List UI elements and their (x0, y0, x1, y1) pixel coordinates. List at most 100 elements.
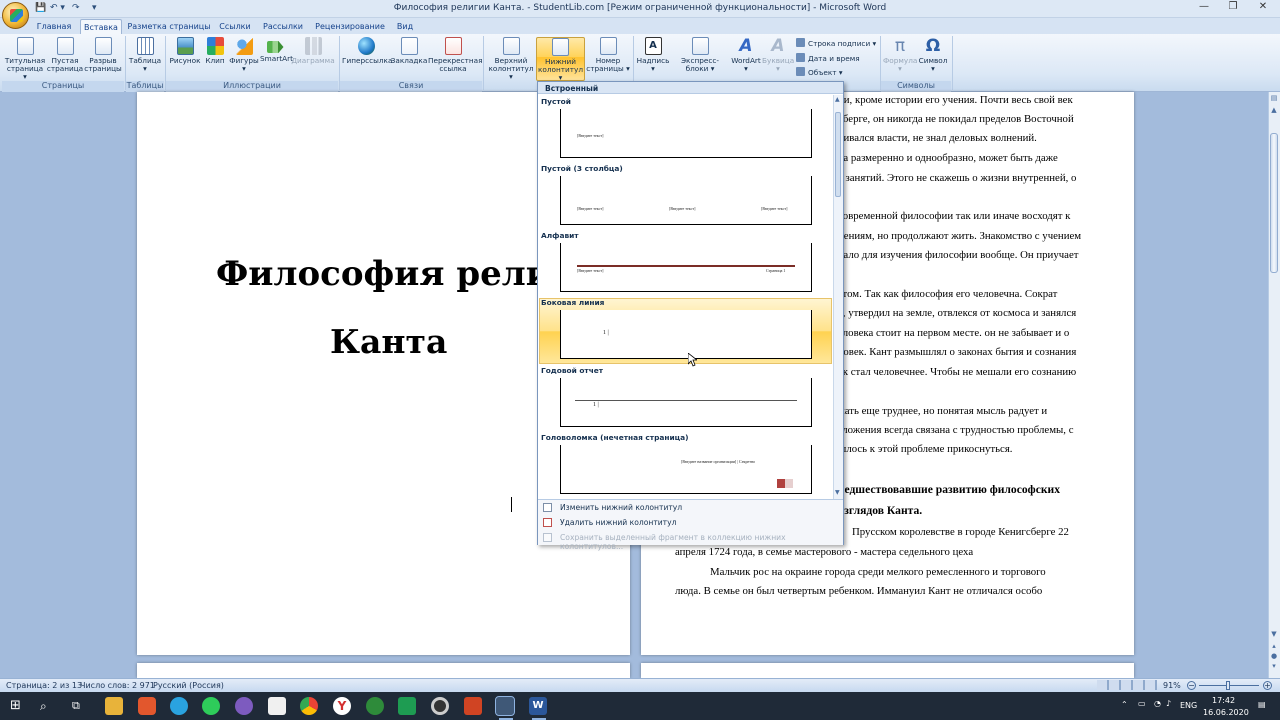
minimize-button[interactable]: — (1190, 1, 1218, 16)
word-count-status[interactable]: Число слов: 2 971 (80, 681, 155, 690)
tab-review[interactable]: Рецензирование (310, 19, 390, 34)
body-text-line: ек стал человечнее. Чтобы не мешали его … (838, 366, 1077, 378)
cover-page-button[interactable]: Титульная страница ▾ (4, 37, 46, 81)
hyperlink-button[interactable]: Гиперссылка (342, 37, 392, 81)
gallery-item-puzzle[interactable]: [Введите название организации] | Секретн… (560, 445, 812, 494)
page-number-icon (599, 37, 617, 55)
page-count-status[interactable]: Страница: 2 из 13 (6, 681, 82, 690)
gallery-item-label: Головоломка (нечетная страница) (541, 433, 689, 442)
whatsapp-icon[interactable] (202, 697, 220, 715)
scrollbar-thumb[interactable] (1270, 133, 1278, 273)
tab-view[interactable]: Вид (392, 19, 418, 34)
equation-button[interactable]: π Формула ▾ (883, 37, 917, 81)
tab-insert[interactable]: Вставка (80, 19, 122, 34)
window-title: Философия религии Канта. - StudentLib.co… (393, 3, 887, 13)
excel-like-icon[interactable] (398, 697, 416, 715)
tab-page-layout[interactable]: Разметка страницы (126, 19, 212, 34)
gallery-item-blank[interactable]: [Введите текст] (560, 109, 812, 158)
page-break-button[interactable]: Разрыв страницы (84, 37, 122, 81)
wordart-button[interactable]: A WordArt ▾ (730, 37, 762, 81)
pi-icon: π (894, 36, 906, 56)
keyboard-language[interactable]: ENG (1180, 701, 1197, 710)
gallery-item-annual[interactable]: 1 | (560, 378, 812, 427)
zoom-out-icon[interactable]: − (1187, 681, 1196, 690)
viber-icon[interactable] (235, 697, 253, 715)
network-icon[interactable]: ◔ (1154, 699, 1161, 708)
ruler-toggle-icon[interactable]: ▤ (1270, 94, 1278, 103)
tab-references[interactable]: Ссылки (214, 19, 256, 34)
yandex-icon[interactable]: Y (333, 697, 351, 715)
maximize-button[interactable]: ❐ (1219, 1, 1247, 16)
date-time-button[interactable]: Дата и время (796, 53, 860, 65)
header-button[interactable]: Верхний колонтитул ▾ (487, 37, 535, 81)
chart-button[interactable]: Диаграмма (291, 37, 335, 81)
picture-button[interactable]: Рисунок (168, 37, 202, 81)
active-app-icon[interactable] (495, 696, 515, 716)
gallery-item-alphabet[interactable]: [Введите текст] Страница 1 (560, 243, 812, 292)
gallery-scroll-up-icon[interactable]: ▲ (835, 96, 840, 103)
scroll-down-icon[interactable]: ▼ (1270, 630, 1278, 639)
gallery-scroll-down-icon[interactable]: ▼ (835, 489, 840, 496)
body-text-line: ла размеренно и однообразно, может быть … (838, 152, 1058, 164)
object-button[interactable]: Объект ▾ (796, 67, 843, 79)
clock-date[interactable]: 16.06.2020 (1203, 708, 1249, 717)
gallery-item-side-line[interactable]: 1 | (560, 310, 812, 359)
footer-icon (552, 38, 569, 56)
app-red-icon[interactable] (464, 697, 482, 715)
word-icon[interactable]: W (529, 697, 547, 715)
zoom-in-icon[interactable]: + (1263, 681, 1272, 690)
zoom-slider-thumb[interactable] (1226, 681, 1230, 690)
file-explorer-icon[interactable] (105, 697, 123, 715)
gallery-scrollbar-thumb[interactable] (835, 112, 841, 197)
cross-reference-icon (444, 37, 462, 55)
office-button[interactable] (2, 2, 29, 29)
body-text-line: шлось к этой проблеме прикоснуться. (838, 443, 1013, 455)
quick-parts-button[interactable]: Экспресс-блоки ▾ (670, 37, 730, 81)
clipart-button[interactable]: Клип (202, 37, 228, 81)
app-green-icon[interactable] (366, 697, 384, 715)
chrome-icon[interactable] (300, 697, 318, 715)
taskbar (0, 692, 1280, 720)
tray-chevron-icon[interactable]: ⌃ (1121, 700, 1128, 709)
notifications-icon[interactable]: ▤ (1258, 700, 1266, 709)
prev-page-icon[interactable]: ▴ (1270, 642, 1278, 651)
close-button[interactable]: ✕ (1249, 1, 1277, 16)
volume-icon[interactable]: ♪ (1166, 699, 1171, 708)
bookmark-button[interactable]: Закладка (390, 37, 428, 81)
scroll-up-icon[interactable]: ▲ (1270, 106, 1278, 115)
app-icon[interactable] (268, 697, 286, 715)
start-icon[interactable]: ⊞ (10, 697, 28, 715)
signature-line-button[interactable]: Строка подписи ▾ (796, 38, 876, 50)
edit-footer-icon (543, 503, 552, 512)
smartart-button[interactable]: SmartArt (260, 37, 293, 81)
battery-icon[interactable]: ▭ (1138, 699, 1146, 708)
shapes-icon (235, 37, 253, 55)
language-status[interactable]: Русский (Россия) (153, 681, 224, 690)
search-icon[interactable]: ⌕ (40, 697, 58, 715)
edit-footer-menu-item[interactable]: Изменить нижний колонтитул (560, 503, 682, 512)
gallery-item-blank-3col[interactable]: [Введите текст] [Введите текст] [Введите… (560, 176, 812, 225)
text-box-button[interactable]: A Надпись ▾ (636, 37, 670, 81)
tab-home[interactable]: Главная (32, 19, 76, 34)
remove-footer-menu-item[interactable]: Удалить нижний колонтитул (560, 518, 676, 527)
cross-reference-button[interactable]: Перекрестная ссылка (428, 37, 483, 81)
record-icon[interactable] (431, 697, 449, 715)
zoom-level[interactable]: 91% (1163, 681, 1181, 690)
tab-mailings[interactable]: Рассылки (258, 19, 308, 34)
next-page-icon[interactable]: ▾ (1270, 662, 1278, 671)
browse-object-icon[interactable]: ● (1270, 652, 1278, 661)
shapes-button[interactable]: Фигуры ▾ (228, 37, 260, 81)
task-view-icon[interactable]: ⧉ (72, 697, 90, 715)
table-button[interactable]: Таблица ▾ (128, 37, 162, 81)
page-number-button[interactable]: Номер страницы ▾ (586, 37, 630, 81)
group-label-links: Связи (340, 81, 482, 92)
brave-icon[interactable] (138, 697, 156, 715)
blank-page-button[interactable]: Пустая страница (46, 37, 84, 81)
view-buttons[interactable] (1097, 680, 1157, 690)
drop-cap-button[interactable]: A Буквица ▾ (762, 37, 794, 81)
telegram-icon[interactable] (170, 697, 188, 715)
footer-button[interactable]: Нижний колонтитул ▾ (536, 37, 585, 82)
save-selection-menu-item[interactable]: Сохранить выделенный фрагмент в коллекци… (560, 533, 843, 551)
clock-time[interactable]: 17:42 (1212, 696, 1235, 705)
symbol-button[interactable]: Ω Символ ▾ (917, 37, 949, 81)
